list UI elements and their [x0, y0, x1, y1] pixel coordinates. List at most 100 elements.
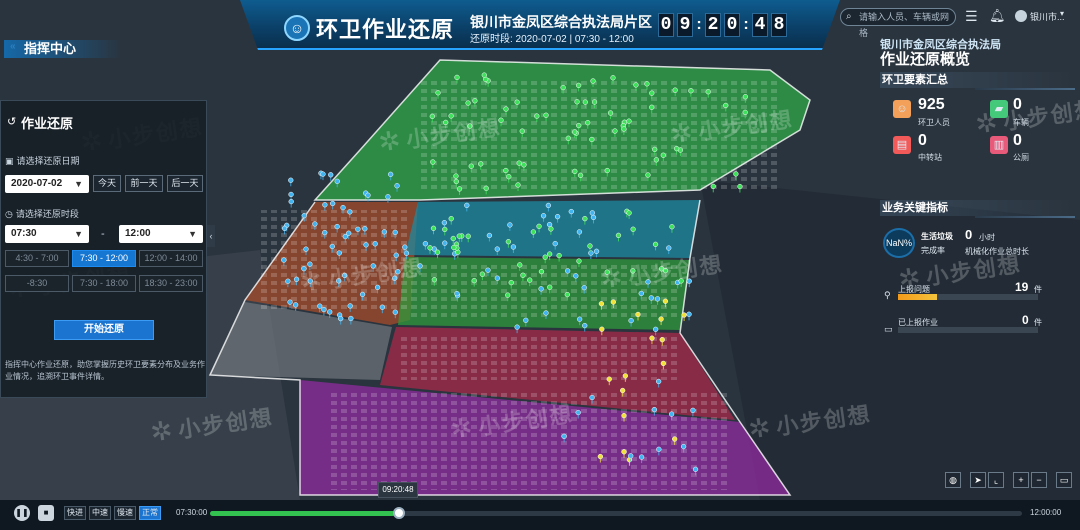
map-marker[interactable]: [538, 268, 545, 275]
measure-icon[interactable]: ⌞: [988, 472, 1004, 488]
map-marker[interactable]: [347, 303, 353, 309]
map-marker[interactable]: [668, 411, 675, 417]
map-marker[interactable]: [610, 75, 616, 81]
map-marker[interactable]: [564, 268, 571, 274]
map-marker[interactable]: [503, 167, 509, 174]
map-marker[interactable]: [575, 409, 581, 416]
map-marker[interactable]: [530, 229, 537, 235]
map-marker[interactable]: [478, 161, 484, 167]
map-marker[interactable]: [287, 299, 293, 305]
map-marker[interactable]: [281, 257, 287, 263]
map-marker[interactable]: [427, 245, 433, 251]
time-slot[interactable]: 18:30 - 23:00: [139, 275, 203, 292]
map-marker[interactable]: [392, 309, 398, 315]
map-marker[interactable]: [334, 178, 340, 184]
map-marker[interactable]: [468, 163, 474, 169]
map-marker[interactable]: [659, 337, 665, 343]
fullscreen-icon[interactable]: ▭: [1056, 472, 1072, 488]
map-marker[interactable]: [546, 251, 553, 257]
map-marker[interactable]: [588, 250, 594, 256]
map-marker[interactable]: [645, 172, 651, 178]
map-marker[interactable]: [571, 129, 578, 135]
map-marker[interactable]: [597, 453, 604, 460]
map-marker[interactable]: [514, 99, 520, 105]
map-marker[interactable]: [481, 72, 487, 78]
speed-normal-button[interactable]: 正常: [139, 506, 161, 520]
map-marker[interactable]: [628, 317, 634, 324]
map-marker[interactable]: [644, 81, 650, 87]
date-select[interactable]: 2020-07-02 ▼: [5, 175, 89, 193]
map-marker[interactable]: [365, 192, 371, 198]
speed-fast-button[interactable]: 快进: [64, 506, 86, 520]
map-marker[interactable]: [402, 244, 408, 250]
map-marker[interactable]: [660, 152, 666, 158]
map-marker[interactable]: [317, 303, 323, 309]
map-marker[interactable]: [494, 246, 500, 252]
map-marker[interactable]: [737, 183, 743, 190]
map-marker[interactable]: [591, 99, 598, 105]
map-marker[interactable]: [630, 226, 636, 232]
map-marker[interactable]: [456, 186, 463, 192]
map-marker[interactable]: [652, 241, 659, 247]
map-marker[interactable]: [628, 453, 634, 459]
map-marker[interactable]: [293, 276, 300, 282]
map-marker[interactable]: [621, 412, 627, 419]
map-marker[interactable]: [329, 200, 336, 207]
map-marker[interactable]: [434, 249, 441, 255]
map-marker[interactable]: [334, 223, 340, 230]
map-marker[interactable]: [554, 213, 561, 220]
map-marker[interactable]: [523, 317, 529, 323]
map-marker[interactable]: [585, 120, 591, 126]
map-marker[interactable]: [379, 304, 385, 310]
map-marker[interactable]: [385, 194, 391, 200]
map-marker[interactable]: [281, 225, 288, 231]
map-marker[interactable]: [327, 309, 333, 315]
map-marker[interactable]: [430, 159, 436, 165]
command-center-link[interactable]: 指挥中心: [4, 40, 122, 58]
map-marker[interactable]: [387, 171, 394, 177]
map-marker[interactable]: [450, 235, 456, 242]
stop-icon[interactable]: ■: [38, 505, 54, 521]
map-marker[interactable]: [347, 209, 353, 215]
timeline-track[interactable]: [210, 511, 1022, 516]
map-marker[interactable]: [621, 126, 627, 132]
map-marker[interactable]: [672, 87, 678, 93]
map-marker[interactable]: [503, 106, 509, 112]
map-marker[interactable]: [288, 191, 294, 198]
map-marker[interactable]: [705, 89, 711, 95]
map-marker[interactable]: [540, 213, 547, 219]
map-marker[interactable]: [381, 229, 387, 235]
map-marker[interactable]: [505, 239, 512, 245]
time-slot[interactable]: 12:00 - 14:00: [139, 250, 203, 267]
map-marker[interactable]: [448, 216, 454, 222]
start-playback-button[interactable]: 开始还原: [54, 320, 154, 340]
search-input[interactable]: 请输入人员、车辆或网格: [840, 8, 956, 38]
map-marker[interactable]: [342, 233, 348, 240]
map-marker[interactable]: [666, 245, 672, 251]
zoom-out-icon[interactable]: −: [1031, 472, 1047, 488]
chevron-down-icon[interactable]: ▾: [1060, 9, 1064, 18]
map-marker[interactable]: [662, 298, 669, 304]
map-marker[interactable]: [587, 243, 593, 249]
map-marker[interactable]: [340, 204, 346, 211]
map-marker[interactable]: [633, 82, 639, 88]
map-marker[interactable]: [576, 229, 583, 235]
map-marker[interactable]: [651, 406, 658, 413]
map-marker[interactable]: [742, 94, 749, 100]
map-marker[interactable]: [671, 436, 678, 442]
map-marker[interactable]: [328, 172, 334, 178]
map-marker[interactable]: [626, 210, 632, 216]
map-marker[interactable]: [486, 232, 493, 239]
navigation-icon[interactable]: ➤: [970, 472, 986, 488]
previous-day-button[interactable]: 前一天: [125, 175, 163, 192]
map-marker[interactable]: [362, 226, 368, 232]
map-marker[interactable]: [556, 252, 562, 259]
map-marker[interactable]: [590, 78, 596, 84]
map-marker[interactable]: [451, 244, 457, 251]
map-marker[interactable]: [656, 446, 662, 452]
map-marker[interactable]: [589, 210, 595, 216]
collapse-panel-button[interactable]: ‹: [207, 225, 215, 247]
map-marker[interactable]: [560, 84, 566, 91]
map-marker[interactable]: [638, 290, 644, 297]
map-marker[interactable]: [690, 407, 696, 414]
